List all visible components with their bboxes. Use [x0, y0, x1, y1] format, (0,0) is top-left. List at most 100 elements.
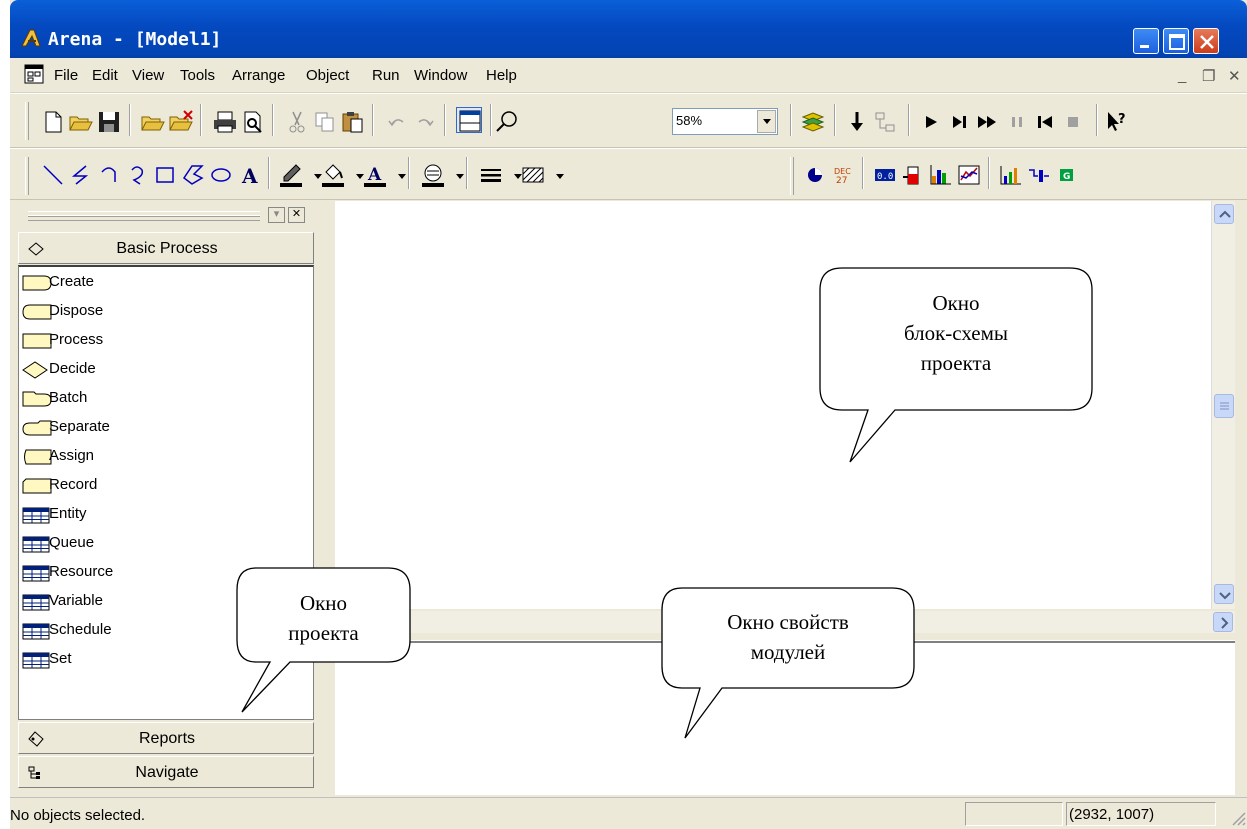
module-record[interactable]: Record [21, 472, 301, 498]
clock-button[interactable] [802, 162, 828, 188]
global-picture-button[interactable]: G [1054, 162, 1080, 188]
module-batch[interactable]: Batch [21, 385, 301, 411]
menu-object[interactable]: Object [306, 67, 349, 84]
title-bar[interactable]: Arena - [Model1] [10, 0, 1247, 58]
project-bar-menu-button[interactable]: ▾ [268, 207, 285, 223]
menu-edit[interactable]: Edit [92, 67, 118, 84]
print-preview-button[interactable] [240, 109, 266, 135]
module-entity[interactable]: Entity [21, 501, 301, 527]
fill-color-dropdown[interactable] [347, 162, 364, 188]
scroll-up-button[interactable] [1214, 204, 1234, 224]
module-process[interactable]: Process [21, 327, 301, 353]
toolbar-grip[interactable] [790, 157, 794, 195]
module-decide[interactable]: Decide [21, 356, 301, 382]
menu-arrange[interactable]: Arrange [232, 67, 285, 84]
redo-button[interactable] [412, 109, 438, 135]
fill-pattern-button[interactable] [520, 162, 546, 188]
vertical-scroll-thumb[interactable] [1214, 394, 1234, 418]
variable-button[interactable]: 0.0 [872, 162, 898, 188]
menu-window[interactable]: Window [414, 67, 467, 84]
toolbar-grip[interactable] [25, 157, 29, 195]
flowchart-view[interactable] [335, 201, 1211, 609]
ellipse-tool-button[interactable] [208, 162, 234, 188]
open-file-button[interactable] [68, 109, 94, 135]
module-dispose[interactable]: Dispose [21, 298, 301, 324]
minimize-button[interactable] [1133, 28, 1159, 54]
mdi-restore-button[interactable]: ❐ [1202, 67, 1215, 85]
document-icon[interactable] [23, 63, 45, 85]
arrival-graph-button[interactable] [998, 162, 1024, 188]
storage-button[interactable] [1026, 162, 1052, 188]
polygon-tool-button[interactable] [180, 162, 206, 188]
cut-button[interactable] [284, 109, 310, 135]
text-color-dropdown[interactable] [389, 162, 406, 188]
resize-grip-icon[interactable] [1230, 810, 1246, 826]
scroll-right-button[interactable] [1213, 612, 1233, 632]
paste-button[interactable] [340, 109, 366, 135]
fill-pattern-dropdown[interactable] [547, 162, 564, 188]
new-file-button[interactable] [40, 109, 66, 135]
background-color-dropdown[interactable] [447, 162, 464, 188]
save-button[interactable] [96, 109, 122, 135]
menu-tools[interactable]: Tools [180, 67, 215, 84]
panel-navigate[interactable]: Navigate [18, 756, 314, 788]
connect-button[interactable] [844, 109, 870, 135]
module-resource[interactable]: Resource [21, 559, 301, 585]
line-width-button[interactable] [478, 162, 504, 188]
module-queue[interactable]: Queue [21, 530, 301, 556]
plot-button[interactable] [956, 162, 982, 188]
menu-view[interactable]: View [132, 67, 164, 84]
zoom-select[interactable]: 58% [672, 108, 778, 135]
fill-color-button[interactable] [320, 162, 346, 188]
arc-tool-button[interactable] [96, 162, 122, 188]
line-width-dropdown[interactable] [505, 162, 522, 188]
layers-button[interactable] [800, 109, 826, 135]
level-button[interactable] [900, 162, 926, 188]
window-background-color-button[interactable] [420, 162, 446, 188]
box-tool-button[interactable] [152, 162, 178, 188]
line-color-button[interactable] [278, 162, 304, 188]
menu-help[interactable]: Help [486, 67, 517, 84]
end-button[interactable] [1060, 109, 1086, 135]
step-button[interactable] [946, 109, 972, 135]
menu-run[interactable]: Run [372, 67, 400, 84]
toolbar-grip[interactable] [25, 102, 29, 140]
split-screen-button[interactable] [456, 107, 482, 133]
zoom-button[interactable] [494, 109, 520, 135]
smart-connect-button[interactable] [872, 109, 898, 135]
text-color-button[interactable]: A [362, 162, 388, 188]
line-color-dropdown[interactable] [305, 162, 322, 188]
fast-forward-button[interactable] [974, 109, 1000, 135]
module-create[interactable]: Create [21, 269, 301, 295]
close-button[interactable] [1193, 28, 1219, 54]
panel-basic-process[interactable]: Basic Process [18, 232, 314, 264]
polyline-tool-button[interactable] [68, 162, 94, 188]
start-over-button[interactable] [1032, 109, 1058, 135]
line-tool-button[interactable] [40, 162, 66, 188]
go-button[interactable] [918, 109, 944, 135]
context-help-button[interactable]: ? [1104, 109, 1130, 135]
bezier-tool-button[interactable] [124, 162, 150, 188]
print-button[interactable] [212, 109, 238, 135]
scroll-down-button[interactable] [1214, 584, 1234, 604]
pause-button[interactable] [1004, 109, 1030, 135]
histogram-button[interactable] [928, 162, 954, 188]
date-button[interactable]: DEC 27 [830, 162, 856, 188]
text-tool-button[interactable]: A [236, 162, 262, 188]
template-attach-button[interactable] [140, 109, 166, 135]
module-separate[interactable]: Separate [21, 414, 301, 440]
chevron-down-icon[interactable] [757, 110, 776, 133]
mdi-minimize-button[interactable]: _ [1178, 67, 1186, 84]
project-bar-header[interactable]: ▾ ✕ [16, 201, 316, 231]
maximize-button[interactable] [1163, 28, 1189, 54]
undo-button[interactable] [384, 109, 410, 135]
menu-file[interactable]: File [54, 67, 78, 84]
module-assign[interactable]: Assign [21, 443, 301, 469]
vertical-scrollbar[interactable] [1211, 201, 1235, 609]
mdi-close-button[interactable]: ✕ [1228, 67, 1241, 85]
project-bar-close-button[interactable]: ✕ [288, 207, 305, 223]
template-detach-button[interactable] [168, 109, 194, 135]
panel-reports[interactable]: Reports [18, 722, 314, 754]
module-set[interactable]: Set [21, 646, 301, 672]
copy-button[interactable] [312, 109, 338, 135]
